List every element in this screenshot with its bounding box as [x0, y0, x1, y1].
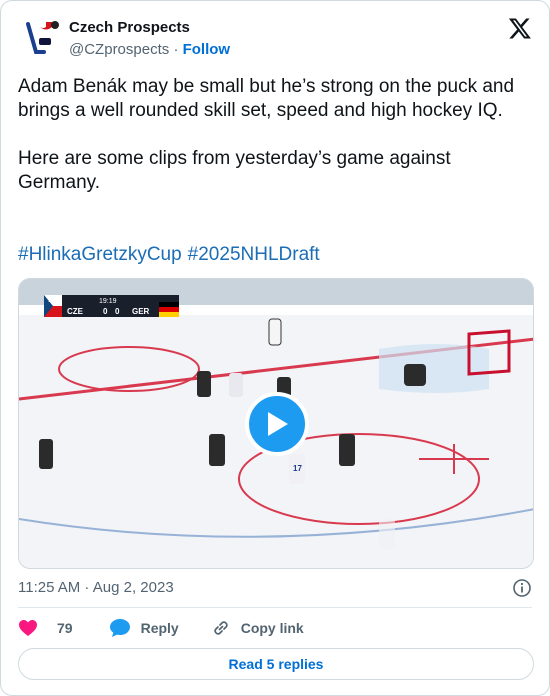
heart-icon	[19, 620, 37, 636]
scorebug-home-team: CZE	[67, 307, 84, 316]
tweet-hashtags: #HlinkaGretzkyCup #2025NHLDraft	[18, 243, 326, 267]
x-logo-icon[interactable]	[508, 16, 532, 40]
like-count: 79	[57, 620, 73, 636]
link-icon	[214, 621, 228, 635]
hashtag-hlinka-gretzky-cup[interactable]: #HlinkaGretzkyCup	[18, 244, 182, 265]
scorebug-away-score: 0	[115, 307, 120, 316]
scorebug-home-score: 0	[103, 307, 108, 316]
handle-separator: ·	[173, 41, 179, 58]
reply-label: Reply	[140, 620, 179, 636]
reply-icon	[109, 619, 130, 637]
copy-link-button[interactable]: Copy link	[211, 618, 304, 638]
info-icon[interactable]	[512, 578, 532, 598]
video-scorebug: 1st 19:19 CZE 0 0 GER	[44, 295, 179, 317]
follow-link[interactable]: Follow	[183, 41, 231, 58]
player-jersey-number: 17	[293, 464, 302, 473]
author-handle[interactable]: @CZprospects	[69, 41, 169, 58]
scorebug-away-team: GER	[132, 307, 150, 316]
video-player[interactable]: 1st 19:19 CZE 0 0 GER 17	[18, 278, 534, 569]
author-display-name[interactable]: Czech Prospects	[69, 18, 230, 38]
reply-button[interactable]: Reply	[109, 618, 179, 638]
copy-link-label: Copy link	[240, 620, 304, 636]
like-button[interactable]: 79	[18, 619, 73, 637]
author-names: Czech Prospects @CZprospects · Follow	[69, 18, 230, 60]
tweet-actions: 79 Reply Copy link	[18, 615, 324, 641]
tweet-header: Czech Prospects @CZprospects · Follow	[18, 16, 532, 62]
play-button[interactable]	[245, 392, 309, 456]
tweet-timestamp[interactable]: 11:25 AM · Aug 2, 2023	[18, 578, 174, 598]
read-replies-button[interactable]: Read 5 replies	[18, 648, 534, 680]
team-avatar-icon[interactable]	[22, 18, 62, 60]
tweet-card: Czech Prospects @CZprospects · Follow Ad…	[0, 0, 550, 696]
author-handle-row: @CZprospects · Follow	[69, 40, 230, 60]
hashtag-2025-nhl-draft[interactable]: #2025NHLDraft	[188, 244, 320, 265]
scorebug-period: 1st	[48, 298, 56, 304]
play-icon	[268, 412, 288, 436]
tweet-text: Adam Benák may be small but he’s strong …	[18, 76, 515, 193]
scorebug-clock: 19:19	[99, 298, 117, 305]
actions-divider	[18, 607, 532, 608]
